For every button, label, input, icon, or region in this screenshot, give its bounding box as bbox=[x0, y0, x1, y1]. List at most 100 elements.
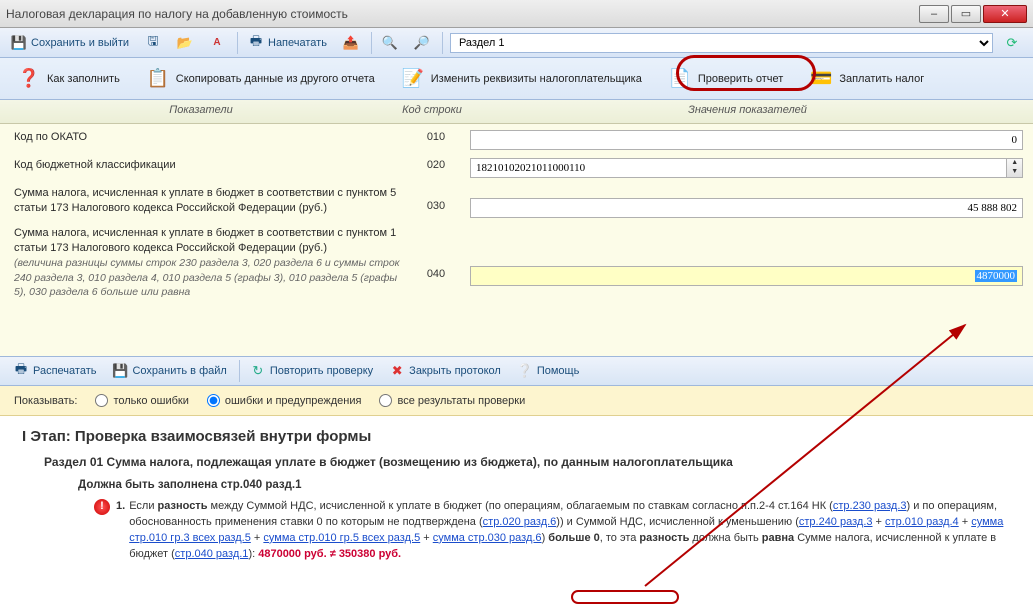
opt-warn-label: ошибки и предупреждения bbox=[225, 395, 362, 407]
copy-label: Скопировать данные из другого отчета bbox=[176, 73, 375, 85]
pdf-button[interactable]: A bbox=[202, 31, 232, 55]
form-grid: Показатели Код строки Значения показател… bbox=[0, 100, 1033, 356]
help-icon: ❔ bbox=[517, 363, 533, 379]
minimize-button[interactable]: – bbox=[919, 5, 949, 23]
zoom-in-button[interactable]: 🔍 bbox=[375, 31, 405, 55]
action-toolbar: ❓Как заполнить 📋 Скопировать данные из др… bbox=[0, 58, 1033, 100]
edit-icon: 📝 bbox=[401, 67, 425, 91]
folder-icon: 📂 bbox=[177, 35, 193, 51]
change-requisites-button[interactable]: 📝 Изменить реквизиты налогоплательщика bbox=[390, 62, 653, 96]
separator bbox=[237, 32, 238, 54]
rule-heading: Должна быть заполнена стр.040 разд.1 bbox=[78, 479, 1011, 491]
close-icon: ✖ bbox=[389, 363, 405, 379]
pay-tax-button[interactable]: 💳 Заплатить налог bbox=[798, 62, 935, 96]
link-str040-r1[interactable]: стр.040 разд.1 bbox=[175, 548, 249, 560]
maximize-button[interactable]: ▭ bbox=[951, 5, 981, 23]
print-button[interactable]: 🖶 Напечатать bbox=[241, 31, 334, 55]
close-button[interactable]: ✕ bbox=[983, 5, 1027, 23]
error-text: Если разность между Суммой НДС, исчислен… bbox=[129, 499, 1011, 563]
save-and-exit-button[interactable]: 💾Сохранить и выйти bbox=[4, 31, 136, 55]
radio-warnings[interactable] bbox=[207, 394, 220, 407]
filter-errors-only[interactable]: только ошибки bbox=[95, 394, 188, 407]
spin-down[interactable]: ▼ bbox=[1007, 168, 1022, 177]
copy-data-button[interactable]: 📋 Скопировать данные из другого отчета bbox=[135, 62, 386, 96]
save-exit-label: Сохранить и выйти bbox=[31, 37, 129, 49]
check-label: Проверить отчет bbox=[698, 73, 784, 85]
filter-label: Показывать: bbox=[14, 395, 77, 407]
row-label: Код по ОКАТО bbox=[14, 130, 406, 145]
okato-input[interactable] bbox=[470, 130, 1023, 150]
print-label: Напечатать bbox=[268, 37, 327, 49]
save-file-button[interactable]: 💾 Сохранить в файл bbox=[105, 359, 233, 383]
item-number: 1. bbox=[116, 499, 125, 563]
help-button[interactable]: ❔Помощь bbox=[510, 359, 587, 383]
grid-row: Код бюджетной классификации 020 ▲▼ bbox=[0, 152, 1033, 180]
zoom-in-icon: 🔍 bbox=[382, 35, 398, 51]
grid-row: Код по ОКАТО 010 bbox=[0, 124, 1033, 152]
section-select[interactable]: Раздел 1 bbox=[450, 33, 993, 53]
error-item: ! 1. Если разность между Суммой НДС, исч… bbox=[94, 499, 1011, 563]
stage-heading: I Этап: Проверка взаимосвязей внутри фор… bbox=[22, 428, 1011, 445]
row-label-main: Сумма налога, исчисленная к уплате в бюд… bbox=[14, 227, 396, 254]
value-actual: 4870000 руб. bbox=[258, 548, 326, 560]
row-code: 020 bbox=[406, 158, 466, 171]
row-label-note: (величина разницы суммы строк 230 раздел… bbox=[14, 257, 400, 299]
row-label: Сумма налога, исчисленная к уплате в бюд… bbox=[14, 186, 406, 216]
section-heading: Раздел 01 Сумма налога, подлежащая уплат… bbox=[44, 455, 1011, 469]
change-req-label: Изменить реквизиты налогоплательщика bbox=[431, 73, 642, 85]
export-icon: 📤 bbox=[343, 35, 359, 51]
refresh-button[interactable]: ⟳ bbox=[997, 31, 1027, 55]
how-fill-button[interactable]: ❓Как заполнить bbox=[6, 62, 131, 96]
grid-row: Сумма налога, исчисленная к уплате в бюд… bbox=[0, 180, 1033, 220]
hdr-values: Значения показателей bbox=[462, 100, 1033, 123]
row-label: Сумма налога, исчисленная к уплате в бюд… bbox=[14, 226, 406, 300]
close-protocol-button[interactable]: ✖ Закрыть протокол bbox=[382, 359, 508, 383]
how-fill-label: Как заполнить bbox=[47, 73, 120, 85]
printer-icon: 🖶 bbox=[248, 35, 264, 51]
sum-040-input[interactable]: 4870000 bbox=[470, 266, 1023, 286]
refresh-icon: ⟳ bbox=[1004, 35, 1020, 51]
sum-030-input[interactable] bbox=[470, 198, 1023, 218]
check-icon: 📄 bbox=[668, 67, 692, 91]
results-panel: I Этап: Проверка взаимосвязей внутри фор… bbox=[0, 416, 1033, 601]
link-str030-r6[interactable]: сумма стр.030 разд.6 bbox=[433, 532, 542, 544]
print-protocol-button[interactable]: 🖶Распечатать bbox=[6, 359, 103, 383]
window-titlebar: Налоговая декларация по налогу на добавл… bbox=[0, 0, 1033, 28]
link-str230[interactable]: стр.230 разд.3 bbox=[833, 500, 907, 512]
link-sum-gr5[interactable]: сумма стр.010 гр.5 всех разд.5 bbox=[263, 532, 420, 544]
export-button[interactable]: 📤 bbox=[336, 31, 366, 55]
pay-label: Заплатить налог bbox=[839, 73, 924, 85]
kbk-input[interactable] bbox=[470, 158, 1007, 178]
save-button[interactable]: 🖫 bbox=[138, 31, 168, 55]
link-str010-r4[interactable]: стр.010 разд.4 bbox=[885, 516, 959, 528]
repeat-label: Повторить проверку bbox=[270, 365, 373, 377]
hdr-code: Код строки bbox=[402, 100, 462, 123]
protocol-toolbar: 🖶Распечатать 💾 Сохранить в файл ↻Повторит… bbox=[0, 356, 1033, 386]
save-file-label: Сохранить в файл bbox=[132, 365, 226, 377]
copy-icon: 📋 bbox=[146, 67, 170, 91]
separator bbox=[371, 32, 372, 54]
value-expected: 350380 руб. bbox=[339, 548, 401, 560]
radio-all[interactable] bbox=[379, 394, 392, 407]
printer-icon: 🖶 bbox=[13, 363, 29, 379]
check-report-button[interactable]: 📄 Проверить отчет bbox=[657, 62, 795, 96]
spin-up[interactable]: ▲ bbox=[1007, 159, 1022, 168]
link-str240[interactable]: стр.240 разд.3 bbox=[799, 516, 873, 528]
pay-icon: 💳 bbox=[809, 67, 833, 91]
open-button[interactable]: 📂 bbox=[170, 31, 200, 55]
row-code: 040 bbox=[406, 226, 466, 280]
filter-all[interactable]: все результаты проверки bbox=[379, 394, 525, 407]
spinner[interactable]: ▲▼ bbox=[1007, 158, 1023, 178]
save-icon: 💾 bbox=[112, 363, 128, 379]
close-proto-label: Закрыть протокол bbox=[409, 365, 501, 377]
filter-errors-warnings[interactable]: ошибки и предупреждения bbox=[207, 394, 362, 407]
opt-all-label: все результаты проверки bbox=[397, 395, 525, 407]
error-icon: ! bbox=[94, 499, 110, 515]
window-title: Налоговая декларация по налогу на добавл… bbox=[6, 7, 348, 21]
opt-errors-label: только ошибки bbox=[113, 395, 188, 407]
link-str020-r6[interactable]: стр.020 разд.6 bbox=[483, 516, 557, 528]
hdr-indicators: Показатели bbox=[0, 100, 402, 123]
zoom-out-button[interactable]: 🔎 bbox=[407, 31, 437, 55]
repeat-check-button[interactable]: ↻Повторить проверку bbox=[243, 359, 380, 383]
radio-errors[interactable] bbox=[95, 394, 108, 407]
